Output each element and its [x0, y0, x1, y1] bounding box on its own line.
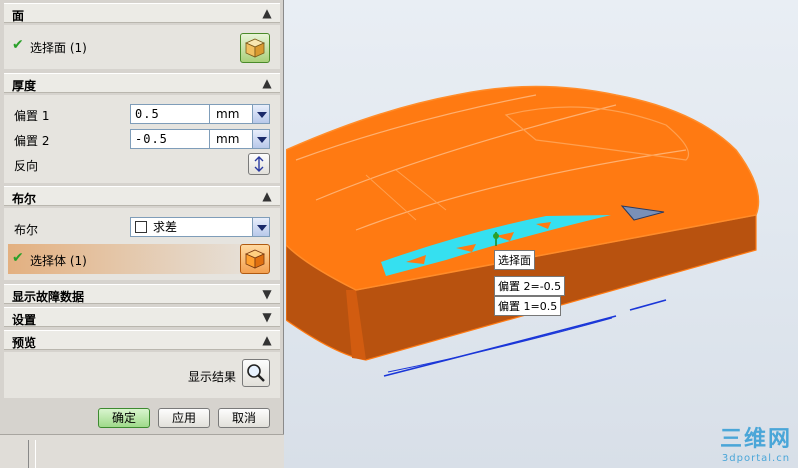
tooltip-offset2: 偏置 2=-0.5 [494, 276, 566, 296]
dialog-panel: 面 ▲ ✔ 选择面 (1) 厚度 ▲ 偏置 1 0.5 mm 偏置 2 -0.5… [0, 0, 284, 468]
ok-button[interactable]: 确定 [98, 408, 150, 428]
collapse-icon[interactable]: ▲ [260, 333, 274, 347]
expand-icon[interactable]: ▼ [260, 310, 274, 324]
tooltip-offset1: 偏置 1=0.5 [494, 296, 562, 316]
body-selection-cube-icon[interactable] [240, 244, 270, 274]
checkmark-icon: ✔ [12, 250, 24, 266]
watermark-site-text: 3dportal.cn [721, 453, 791, 464]
graphics-viewport[interactable]: 选择面 偏置 2=-0.5 偏置 1=0.5 三维网 3dportal.cn [286, 0, 798, 468]
reverse-direction-button[interactable] [248, 153, 270, 175]
offset1-label: 偏置 1 [14, 109, 50, 123]
offset1-unit[interactable]: mm [210, 104, 256, 124]
section-title: 显示故障数据 [12, 290, 85, 304]
section-header-thickness[interactable]: 厚度 ▲ [4, 73, 280, 93]
offset1-dropdown-icon[interactable] [252, 104, 270, 124]
reverse-arrows-icon [254, 156, 264, 172]
select-body-row[interactable]: ✔ 选择体 (1) [8, 244, 268, 274]
panel-footer [0, 434, 284, 468]
offset2-label: 偏置 2 [14, 134, 50, 148]
select-face-label[interactable]: 选择面 (1) [30, 39, 87, 56]
cancel-button[interactable]: 取消 [218, 408, 270, 428]
panel-divider [28, 440, 36, 468]
section-header-face[interactable]: 面 ▲ [4, 3, 280, 23]
boolean-label: 布尔 [14, 223, 39, 237]
collapse-icon[interactable]: ▲ [260, 6, 274, 20]
section-title: 预览 [12, 336, 37, 350]
watermark-logo: 三维网 3dportal.cn [720, 421, 792, 464]
offset2-input[interactable]: -0.5 [130, 129, 210, 149]
section-body-thickness: 偏置 1 0.5 mm 偏置 2 -0.5 mm 反向 [4, 95, 280, 183]
collapse-icon[interactable]: ▲ [260, 189, 274, 203]
subtract-icon [135, 221, 147, 233]
section-body-face: ✔ 选择面 (1) [4, 25, 280, 69]
section-header-settings[interactable]: 设置 ▼ [4, 307, 280, 327]
expand-icon[interactable]: ▼ [260, 287, 274, 301]
apply-button[interactable]: 应用 [158, 408, 210, 428]
section-title: 面 [12, 9, 25, 23]
magnifier-icon [247, 364, 265, 382]
checkmark-icon: ✔ [12, 37, 24, 53]
section-title: 设置 [12, 313, 37, 327]
offset2-unit[interactable]: mm [210, 129, 256, 149]
section-title: 布尔 [12, 192, 37, 206]
show-result-label: 显示结果 [188, 370, 237, 384]
section-header-boolean[interactable]: 布尔 ▲ [4, 186, 280, 206]
section-header-preview[interactable]: 预览 ▲ [4, 330, 280, 350]
boolean-dropdown-icon[interactable] [252, 217, 270, 237]
model-view[interactable] [286, 0, 798, 468]
watermark-logo-text: 三维网 [719, 427, 792, 452]
tooltip-face: 选择面 [494, 250, 535, 270]
reverse-label: 反向 [14, 159, 39, 173]
offset2-dropdown-icon[interactable] [252, 129, 270, 149]
select-body-label: 选择体 (1) [30, 254, 87, 268]
show-result-button[interactable] [242, 359, 270, 387]
boolean-selected-value: 求差 [153, 220, 178, 234]
collapse-icon[interactable]: ▲ [260, 76, 274, 90]
face-selection-cube-icon[interactable] [240, 33, 270, 63]
section-title: 厚度 [12, 79, 37, 93]
offset1-input[interactable]: 0.5 [130, 104, 210, 124]
boolean-select[interactable]: 求差 [130, 217, 254, 237]
section-header-diagnostics[interactable]: 显示故障数据 ▼ [4, 284, 280, 304]
section-body-preview: 显示结果 [4, 352, 280, 398]
section-body-boolean: 布尔 求差 ✔ 选择体 (1) [4, 208, 280, 280]
